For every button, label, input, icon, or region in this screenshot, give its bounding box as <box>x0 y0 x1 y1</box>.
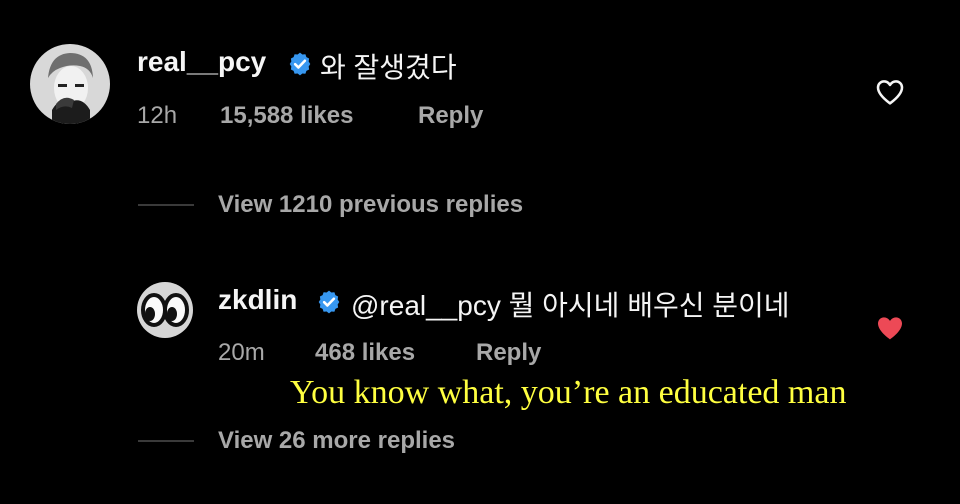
reply-likes[interactable]: 468 likes <box>315 339 415 367</box>
heart-filled-icon[interactable] <box>873 312 907 344</box>
verified-badge-icon <box>318 290 340 314</box>
avatar[interactable] <box>137 282 193 338</box>
reply-timestamp: 20m <box>218 339 265 366</box>
reply-text: @real__pcy 뭘 아시네 배우신 분이네 <box>351 290 790 321</box>
comment-likes[interactable]: 15,588 likes <box>220 102 353 130</box>
replies-divider <box>138 440 194 442</box>
comment-timestamp: 12h <box>137 102 178 129</box>
reply-reply-button[interactable]: Reply <box>476 339 541 367</box>
avatar[interactable] <box>30 44 110 124</box>
comment-reply-button[interactable]: Reply <box>418 102 483 130</box>
comment-text: 와 잘생겼다 <box>320 52 457 83</box>
verified-badge-icon <box>289 52 311 76</box>
comment-username[interactable]: real__pcy <box>137 46 266 78</box>
view-more-replies-link[interactable]: View 26 more replies <box>218 427 455 455</box>
heart-outline-icon[interactable] <box>873 76 907 108</box>
view-previous-replies-link[interactable]: View 1210 previous replies <box>218 191 523 219</box>
reply-username[interactable]: zkdlin <box>218 284 297 316</box>
replies-divider <box>138 204 194 206</box>
translation-caption: You know what, you’re an educated man <box>290 374 847 411</box>
